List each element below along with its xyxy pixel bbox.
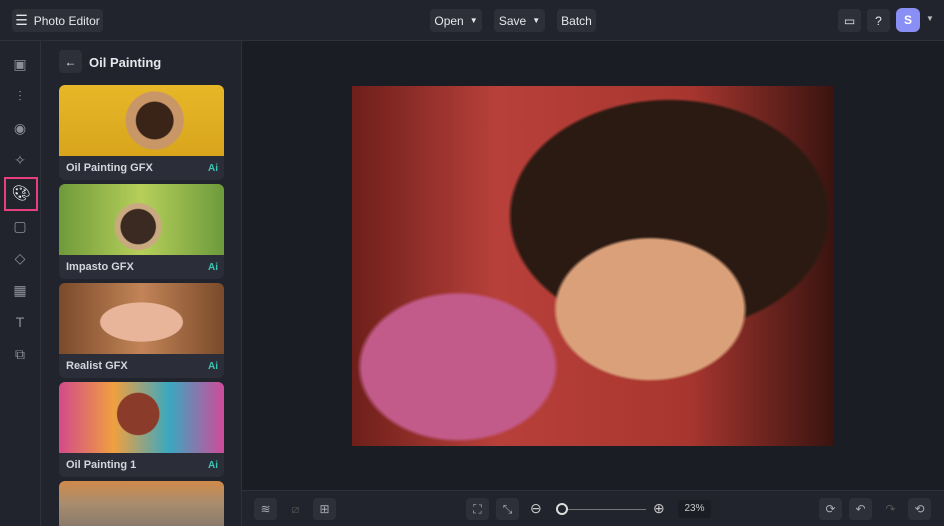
effect-thumbnail xyxy=(59,85,224,156)
ai-badge: Ai xyxy=(208,460,218,471)
save-label: Save xyxy=(498,13,527,28)
top-bar: ☰ Photo Editor Open ▼ Save ▼ Batch ▭ ? S ▼ xyxy=(0,0,944,41)
effect-card[interactable]: Impasto GFX Ai xyxy=(59,184,224,279)
grid-icon[interactable]: ⊞ xyxy=(313,498,336,520)
panel-title: Oil Painting xyxy=(89,55,162,70)
tool-rail: ▣ ⫶ ◉ ✧ 🎨︎ ▢ ◇ ▦ T ⧉ xyxy=(0,41,41,526)
shapes-icon[interactable]: ◇ xyxy=(11,249,29,267)
batch-button[interactable]: Batch xyxy=(557,9,596,32)
eye-icon[interactable]: ◉ xyxy=(11,119,29,137)
sparkle-icon[interactable]: ✧ xyxy=(11,151,29,169)
zoom-slider-handle[interactable] xyxy=(555,503,568,515)
effect-label: Oil Painting GFX xyxy=(66,162,153,174)
effect-card[interactable]: Realist GFX Ai xyxy=(59,283,224,378)
overlay-icon[interactable]: ⧉ xyxy=(11,345,29,363)
help-icon[interactable]: ? xyxy=(867,9,890,32)
actual-size-icon[interactable]: ⤡ xyxy=(496,498,519,520)
ai-badge: Ai xyxy=(208,361,218,372)
app-title: Photo Editor xyxy=(33,13,100,28)
menu-button[interactable]: ☰ Photo Editor xyxy=(12,9,103,32)
chevron-down-icon[interactable]: ▼ xyxy=(926,14,934,23)
zoom-out-icon[interactable]: ⊖ xyxy=(530,500,542,517)
refresh-icon[interactable]: ⟳ xyxy=(819,498,842,520)
effect-card[interactable]: Oil Painting GFX Ai xyxy=(59,85,224,180)
open-button[interactable]: Open ▼ xyxy=(430,9,482,32)
bottom-toolbar: ≋ ⧄ ⊞ ⛶ ⤡ ⊖ ⊕ 23% ⟳ ↶ ↷ ⟲ xyxy=(242,490,944,526)
effect-thumbnail xyxy=(59,382,224,453)
effect-label: Realist GFX xyxy=(66,360,128,372)
fit-screen-icon[interactable]: ⛶ xyxy=(466,498,489,520)
ai-badge: Ai xyxy=(208,163,218,174)
adjust-icon[interactable]: ⫶ xyxy=(11,87,29,105)
zoom-in-icon[interactable]: ⊕ xyxy=(653,500,665,517)
effect-thumbnail xyxy=(59,283,224,354)
texture-icon[interactable]: ▦ xyxy=(11,281,29,299)
chevron-down-icon: ▼ xyxy=(532,16,541,25)
feedback-icon[interactable]: ▭ xyxy=(838,9,861,32)
crop-layer-icon[interactable]: ⧄ xyxy=(284,498,307,520)
text-icon[interactable]: T xyxy=(11,313,29,331)
chevron-down-icon: ▼ xyxy=(469,16,478,25)
ai-badge: Ai xyxy=(208,262,218,273)
save-button[interactable]: Save ▼ xyxy=(494,9,545,32)
effect-label: Oil Painting 1 xyxy=(66,459,137,471)
canvas-photo[interactable] xyxy=(352,86,833,446)
effect-thumbnail xyxy=(59,184,224,255)
history-icon[interactable]: ⟲ xyxy=(908,498,931,520)
undo-icon[interactable]: ↶ xyxy=(849,498,872,520)
palette-icon: 🎨︎ xyxy=(11,185,31,202)
frame-icon[interactable]: ▢ xyxy=(11,217,29,235)
image-icon[interactable]: ▣ xyxy=(11,55,29,73)
layers-icon[interactable]: ≋ xyxy=(254,498,277,520)
avatar[interactable]: S xyxy=(896,8,920,32)
effects-panel: ← Oil Painting Oil Painting GFX Ai Impast… xyxy=(41,41,242,526)
effect-label: Impasto GFX xyxy=(66,261,134,273)
zoom-value[interactable]: 23% xyxy=(678,500,711,518)
effect-thumbnail xyxy=(59,481,224,526)
artsy-tool-selected[interactable]: 🎨︎ xyxy=(4,177,38,211)
effect-card[interactable]: Oil Painting 1 Ai xyxy=(59,382,224,477)
effect-card[interactable] xyxy=(59,481,224,526)
hamburger-icon: ☰ xyxy=(15,12,28,28)
back-arrow-icon[interactable]: ← xyxy=(59,50,82,73)
redo-icon[interactable]: ↷ xyxy=(879,498,902,520)
open-label: Open xyxy=(434,13,464,28)
zoom-slider[interactable] xyxy=(560,509,646,510)
